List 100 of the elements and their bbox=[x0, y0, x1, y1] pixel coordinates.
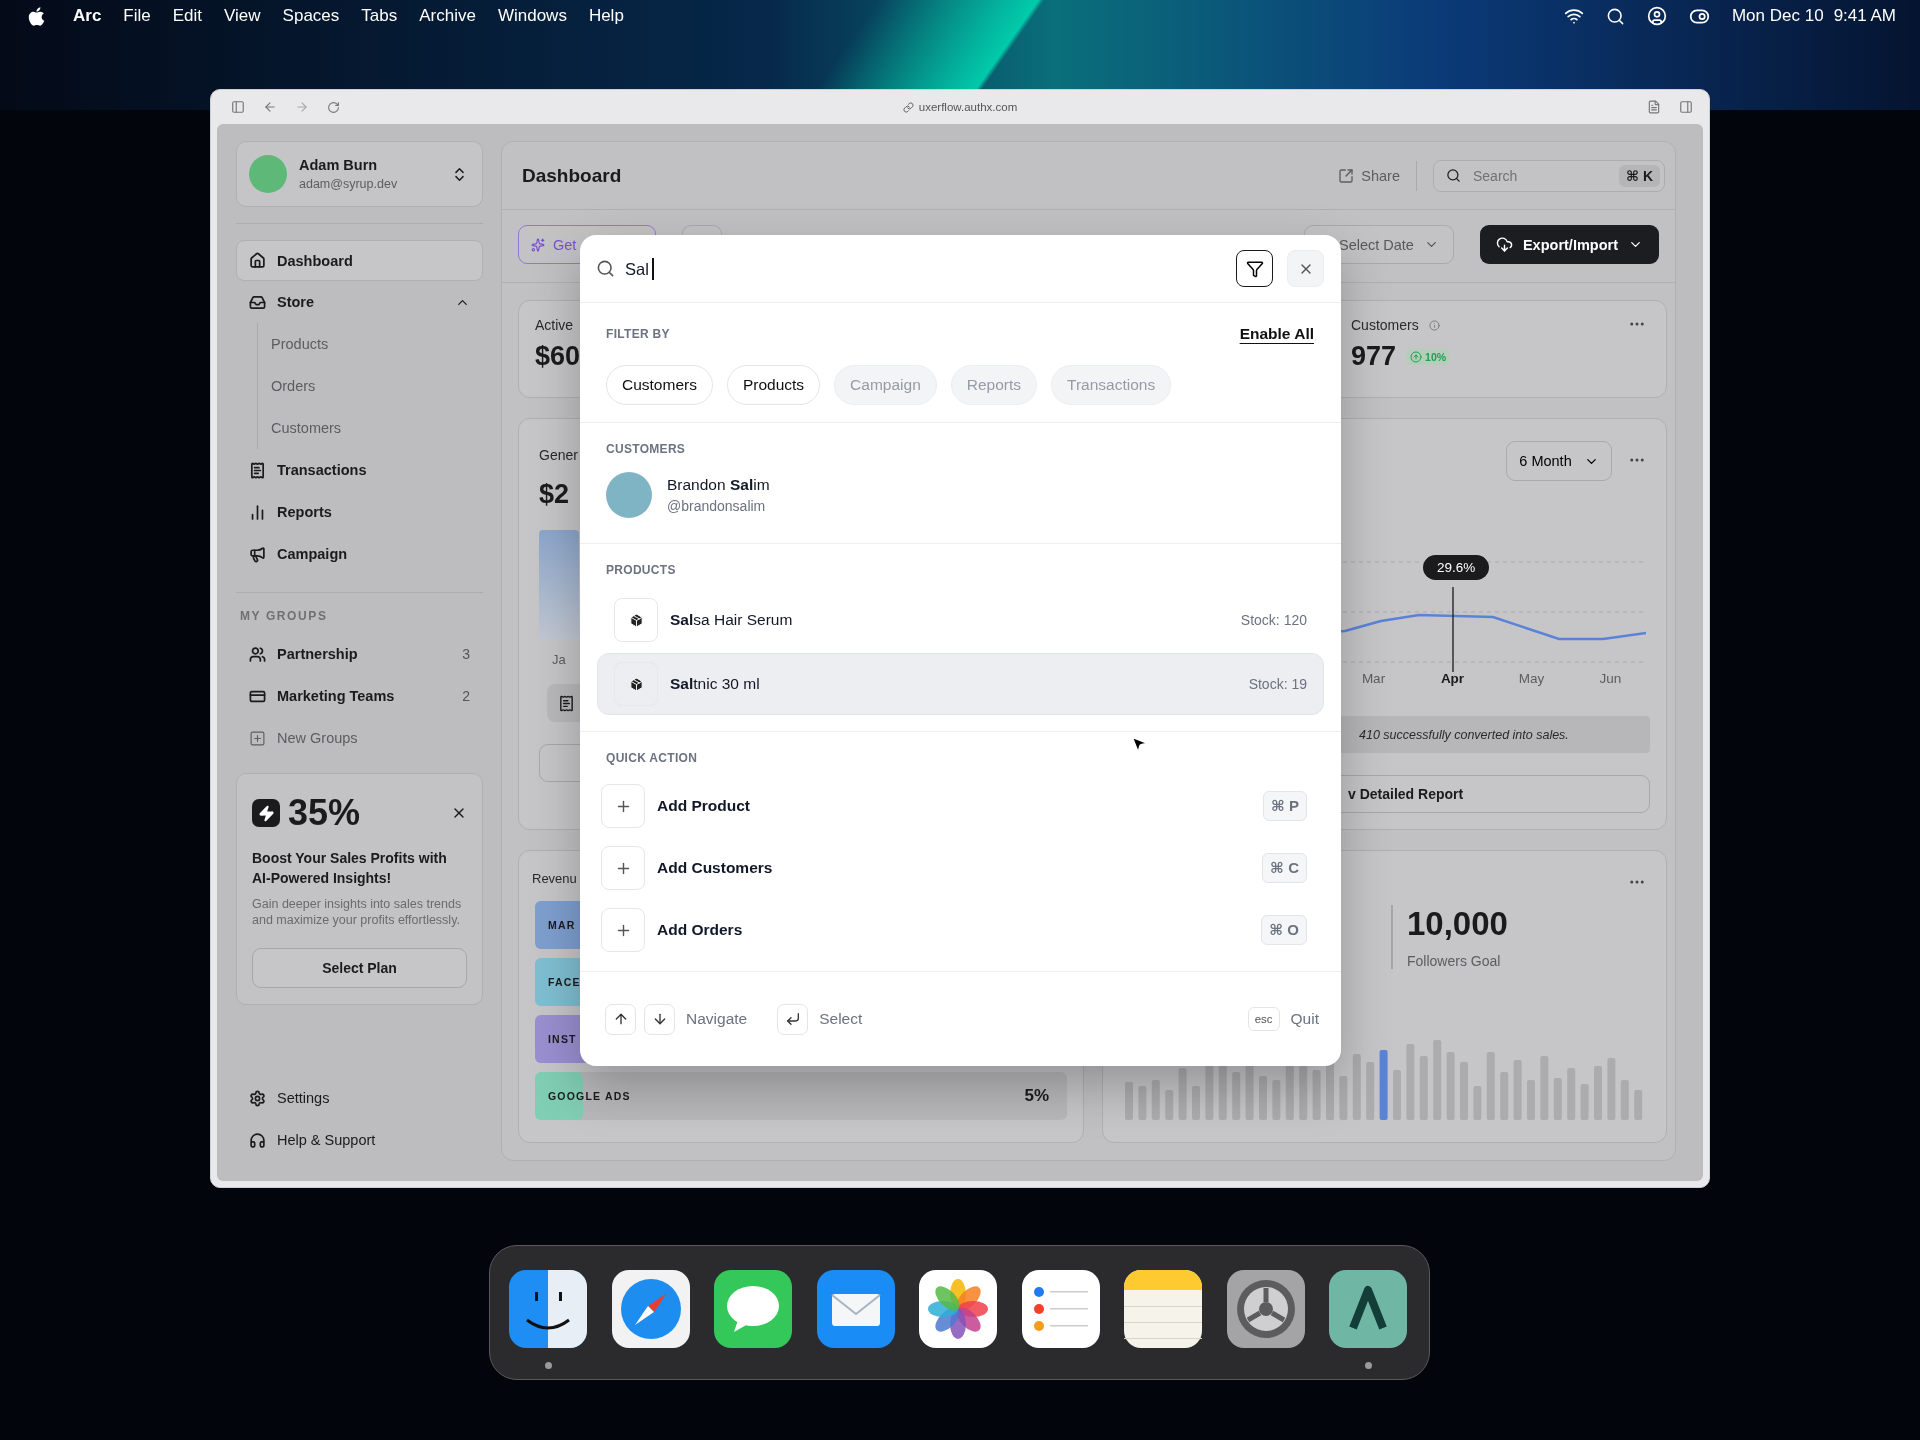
product-result[interactable]: Saltnic 30 ml Stock: 19 bbox=[597, 653, 1324, 715]
plus-icon bbox=[601, 908, 645, 952]
box-icon bbox=[614, 598, 658, 642]
chart-bar bbox=[1540, 1056, 1549, 1120]
plus-icon bbox=[601, 784, 645, 828]
return-icon bbox=[784, 1011, 801, 1027]
sidebar-item[interactable]: Campaign bbox=[236, 533, 483, 575]
bolt-icon bbox=[252, 799, 280, 827]
menu-item[interactable]: Arc bbox=[73, 6, 102, 26]
up-arrow-key[interactable] bbox=[605, 1003, 636, 1035]
enable-all-link[interactable]: Enable All bbox=[1239, 325, 1314, 343]
sidebar-toggle-icon[interactable] bbox=[231, 100, 245, 114]
product-name: Salsa Hair Serum bbox=[670, 611, 793, 629]
panel-icon[interactable] bbox=[1679, 100, 1693, 114]
envelope-icon[interactable] bbox=[816, 1270, 895, 1348]
menu-item[interactable]: Archive bbox=[419, 6, 476, 26]
nav-icon bbox=[249, 252, 266, 269]
stat-label: Active bbox=[535, 317, 574, 333]
gear-icon[interactable] bbox=[1226, 1270, 1305, 1348]
search-input[interactable]: Search bbox=[1471, 166, 1609, 185]
address-bar[interactable]: uxerflow.authx.com bbox=[902, 101, 1018, 113]
search-icon[interactable] bbox=[1605, 6, 1625, 26]
search-field[interactable]: Search ⌘ K bbox=[1433, 159, 1665, 192]
chart-bar bbox=[1419, 1056, 1428, 1120]
sidebar-item[interactable]: Store bbox=[236, 281, 483, 323]
filter-chip[interactable]: Products bbox=[726, 365, 821, 405]
down-arrow-key[interactable] bbox=[644, 1003, 675, 1035]
new-group-item[interactable]: New Groups bbox=[236, 717, 483, 759]
user-icon[interactable] bbox=[1646, 6, 1667, 26]
customer-name: Brandon Salim bbox=[667, 476, 771, 494]
filter-button[interactable] bbox=[1236, 250, 1273, 287]
chart-bar bbox=[1192, 1086, 1200, 1120]
section-heading: QUICK ACTION bbox=[605, 751, 699, 765]
sidebar-item[interactable]: Settings bbox=[236, 1077, 483, 1119]
followers-value: 10,000 bbox=[1407, 905, 1508, 943]
sidebar-item[interactable]: Transactions bbox=[236, 449, 483, 491]
share-button[interactable]: Share bbox=[1322, 160, 1417, 191]
chart-bar bbox=[1634, 1090, 1643, 1120]
menu-item[interactable]: Edit bbox=[172, 6, 203, 26]
chart-bar bbox=[1567, 1068, 1576, 1120]
page-title: Dashboard bbox=[522, 164, 622, 187]
info-icon bbox=[1428, 319, 1440, 331]
reload-icon[interactable] bbox=[327, 100, 340, 114]
group-item[interactable]: Partnership 3 bbox=[236, 633, 483, 675]
sidebar-item[interactable]: Reports bbox=[236, 491, 483, 533]
menu-item[interactable]: View bbox=[224, 6, 261, 26]
period-dropdown[interactable]: 6 Month bbox=[1506, 441, 1612, 481]
stat-label: Customers bbox=[1351, 317, 1419, 333]
group-item[interactable]: Marketing Teams 2 bbox=[236, 675, 483, 717]
sidebar-subitem[interactable]: Orders bbox=[258, 365, 483, 407]
sidebar-subitem[interactable]: Products bbox=[258, 323, 483, 365]
month-label: Mar bbox=[1361, 671, 1386, 686]
chart-bar bbox=[1500, 1072, 1509, 1120]
menu-item[interactable]: Help bbox=[588, 6, 624, 26]
axis-label: Ja bbox=[552, 652, 566, 667]
sidebar-item[interactable]: Help & Support bbox=[236, 1119, 483, 1161]
promo-title: Boost Your Sales Profits with AI-Powered Insights! bbox=[252, 849, 448, 888]
followers-label: Followers Goal bbox=[1407, 953, 1502, 969]
chart-bar bbox=[1607, 1058, 1616, 1120]
compass-icon[interactable] bbox=[611, 1270, 690, 1348]
month-label: Jun bbox=[1599, 671, 1622, 686]
export-import-button[interactable]: Export/Import bbox=[1479, 225, 1659, 264]
search-input[interactable]: Sal bbox=[625, 257, 654, 280]
menu-item[interactable]: Spaces bbox=[282, 6, 340, 26]
list-icon[interactable] bbox=[1021, 1270, 1100, 1348]
filter-chip[interactable]: Customers bbox=[606, 365, 713, 405]
chart-bar bbox=[1594, 1066, 1602, 1120]
customer-handle: @brandonsalim bbox=[667, 498, 767, 514]
flower-icon[interactable] bbox=[919, 1270, 998, 1348]
chart-bar bbox=[1352, 1054, 1361, 1120]
back-icon[interactable] bbox=[263, 100, 277, 114]
sidebar-subitem[interactable]: Customers bbox=[258, 407, 483, 449]
chart-bar bbox=[1513, 1060, 1522, 1120]
menu-item[interactable]: File bbox=[123, 6, 151, 26]
account-switcher[interactable]: Adam Burn adam@syrup.dev bbox=[236, 141, 483, 207]
customer-result[interactable]: Brandon Salim @brandonsalim bbox=[606, 472, 1314, 518]
esc-key[interactable]: esc bbox=[1247, 1007, 1280, 1031]
select-plan-button[interactable]: Select Plan bbox=[252, 948, 467, 988]
chart-bar bbox=[1460, 1062, 1468, 1120]
smiling-face-icon[interactable] bbox=[509, 1270, 588, 1348]
wifi-icon[interactable] bbox=[1563, 6, 1584, 26]
sidebar-item[interactable]: Dashboard bbox=[236, 240, 483, 281]
chart-bar bbox=[1553, 1078, 1562, 1120]
menu-date: Mon Dec 10 bbox=[1731, 6, 1824, 26]
chart-bar bbox=[1272, 1080, 1281, 1120]
menu-item[interactable]: Windows bbox=[497, 6, 567, 26]
month-label: May bbox=[1518, 671, 1545, 686]
speech-bubble-icon[interactable] bbox=[714, 1270, 793, 1348]
source-label: INST bbox=[548, 1033, 577, 1045]
section-heading: PRODUCTS bbox=[605, 563, 677, 577]
shortcut-key: ⌘ C bbox=[1262, 853, 1307, 883]
notepad-icon[interactable] bbox=[1124, 1270, 1203, 1348]
section-heading: MY GROUPS bbox=[239, 608, 329, 625]
stock-count: Stock: 19 bbox=[1248, 676, 1307, 692]
reader-icon[interactable] bbox=[1647, 100, 1661, 114]
chevron-logo-icon[interactable] bbox=[1329, 1270, 1408, 1348]
section-heading: FILTER BY bbox=[606, 327, 670, 341]
apple-icon[interactable] bbox=[26, 5, 47, 27]
menu-item[interactable]: Tabs bbox=[361, 6, 398, 26]
return-key[interactable] bbox=[777, 1003, 809, 1035]
